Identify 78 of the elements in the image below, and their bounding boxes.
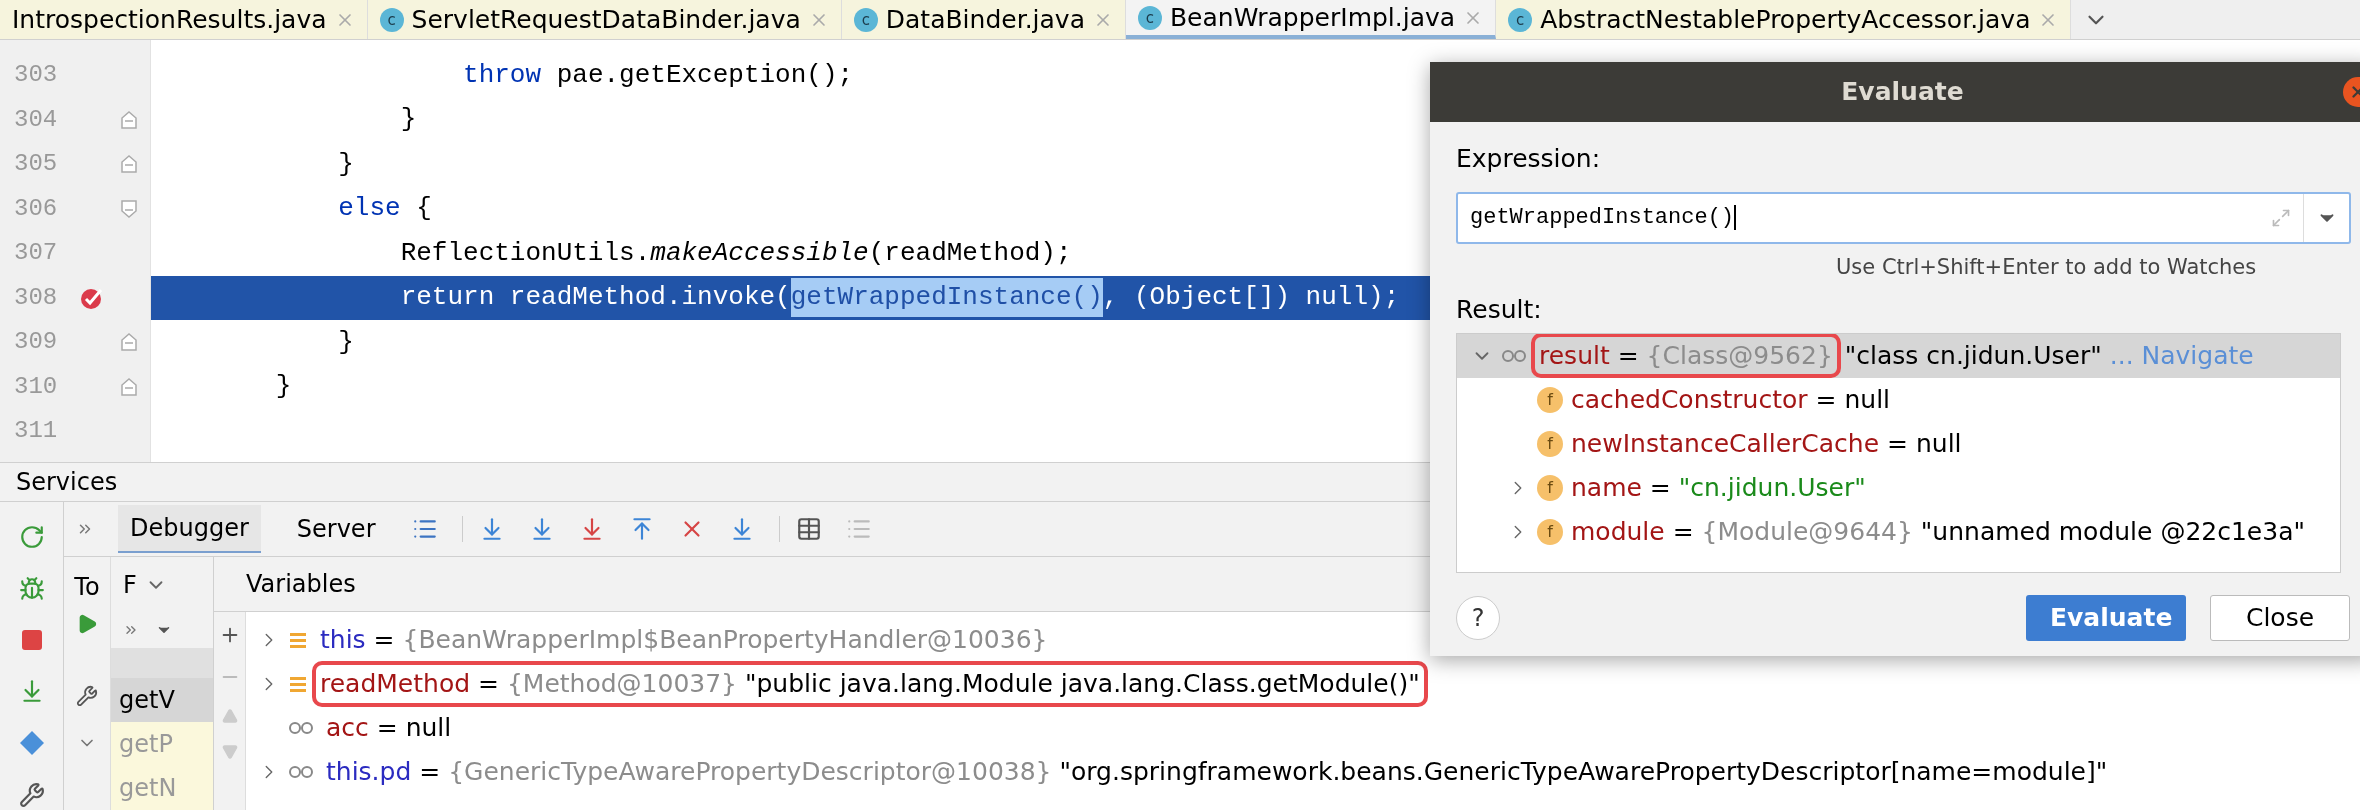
glasses-icon: [288, 721, 314, 735]
code-text: }: [337, 325, 354, 359]
field-label: Result:: [1456, 294, 1543, 326]
frame-item[interactable]: getV: [111, 678, 213, 722]
field-icon: f: [1537, 430, 1563, 457]
variable-entry[interactable]: this.pd = {GenericTypeAwarePropertyDescriptor@10038} "org.springframework.beans.GenericTypeAwarePropertyDescriptor[name=module]": [322, 753, 2112, 791]
field-entry[interactable]: module = {Module@9644} "unnamed module @22c1e3a": [1571, 512, 2305, 551]
editor-tab[interactable]: c AbstractNestablePropertyAccessor.java: [1496, 0, 2072, 39]
code-text: ReflectionUtils.: [399, 236, 651, 270]
expression-field[interactable]: getWrappedInstance(): [1456, 191, 2351, 244]
line-number: 305: [14, 149, 59, 180]
fold-marker-icon[interactable]: [120, 109, 138, 130]
line-number: 304: [14, 104, 59, 135]
expand-icon[interactable]: [2271, 207, 2291, 228]
glasses-icon: [1501, 348, 1527, 363]
code-text: return: [399, 281, 495, 315]
frames-dropdown[interactable]: F: [123, 566, 137, 603]
editor-tab[interactable]: c BeanWrapperImpl.java: [1125, 0, 1497, 39]
line-number: 307: [14, 238, 59, 269]
wrench-icon[interactable]: [76, 685, 98, 707]
class-icon: c: [853, 7, 878, 32]
code-text: }: [337, 147, 354, 181]
fold-marker-icon[interactable]: [120, 154, 138, 175]
code-text: , (Object[]) null);: [1102, 281, 1400, 315]
debugger-tab[interactable]: Debugger: [118, 505, 261, 553]
code-text: else: [337, 192, 401, 226]
editor-tab[interactable]: c DataBinder.java: [841, 0, 1126, 39]
code-text: }: [399, 103, 417, 137]
variable-entry[interactable]: acc = null: [322, 709, 456, 747]
line-number: 306: [14, 193, 59, 224]
thread-label[interactable]: To: [74, 569, 100, 605]
line-number: 309: [14, 327, 59, 358]
bug-icon[interactable]: [18, 576, 45, 602]
code-text: {: [415, 192, 432, 226]
field-icon: f: [1537, 386, 1563, 413]
panel-title: Services: [16, 467, 118, 498]
glasses-icon: [288, 765, 314, 779]
line-number: 308: [14, 282, 59, 313]
help-button[interactable]: ?: [1456, 595, 1500, 640]
editor-tab[interactable]: c ServletRequestDataBinder.java: [367, 0, 842, 39]
code-text: throw: [462, 58, 542, 92]
code-text: }: [274, 370, 292, 404]
code-text: getWrappedInstance(): [790, 278, 1103, 318]
code-text: (readMethod);: [868, 236, 1072, 270]
field-label: Expression:: [1456, 143, 1602, 175]
fold-marker-icon[interactable]: [120, 376, 138, 397]
hint-text: Use Ctrl+Shift+Enter to add to Watches: [1836, 253, 2257, 281]
field-lines-icon: [288, 674, 308, 694]
code-text: makeAccessible: [650, 236, 869, 270]
line-number: 303: [14, 60, 59, 91]
field-icon: f: [1537, 518, 1563, 545]
table-icon[interactable]: [795, 516, 822, 542]
class-icon: c: [1137, 5, 1162, 30]
class-icon: c: [379, 7, 404, 32]
editor-tab[interactable]: IntrospectionResults.java: [0, 0, 368, 39]
field-icon: f: [1537, 474, 1563, 501]
debugger-tab[interactable]: Server: [284, 505, 388, 553]
code-text: pae.getException();: [555, 58, 854, 92]
dialog-button[interactable]: Close: [2210, 594, 2350, 641]
dialog-title: Evaluate: [1841, 76, 1964, 109]
dialog-button[interactable]: Evaluate: [2026, 594, 2186, 641]
panel-title: Variables: [246, 569, 356, 600]
line-number: 310: [14, 371, 59, 402]
result-value: "class cn.jidun.User": [1844, 339, 2102, 372]
diamond-icon[interactable]: [18, 730, 45, 756]
code-text: readMethod.invoke(: [508, 281, 791, 315]
field-entry[interactable]: cachedConstructor = null: [1571, 380, 1891, 419]
class-icon: c: [1508, 7, 1533, 32]
fold-marker-icon[interactable]: [120, 198, 138, 219]
field-entry[interactable]: newInstanceCallerCache = null: [1571, 424, 1962, 463]
rerun-icon[interactable]: [18, 524, 45, 550]
variable-entry[interactable]: this = {BeanWrapperImpl$BeanPropertyHandler@10036}: [316, 621, 1052, 659]
wrench-icon[interactable]: [18, 782, 45, 808]
fold-marker-icon[interactable]: [120, 332, 138, 353]
line-number: 311: [14, 416, 59, 447]
field-lines-icon: [288, 630, 308, 650]
stop-icon[interactable]: [19, 628, 44, 652]
field-entry[interactable]: name = "cn.jidun.User": [1571, 468, 1866, 507]
